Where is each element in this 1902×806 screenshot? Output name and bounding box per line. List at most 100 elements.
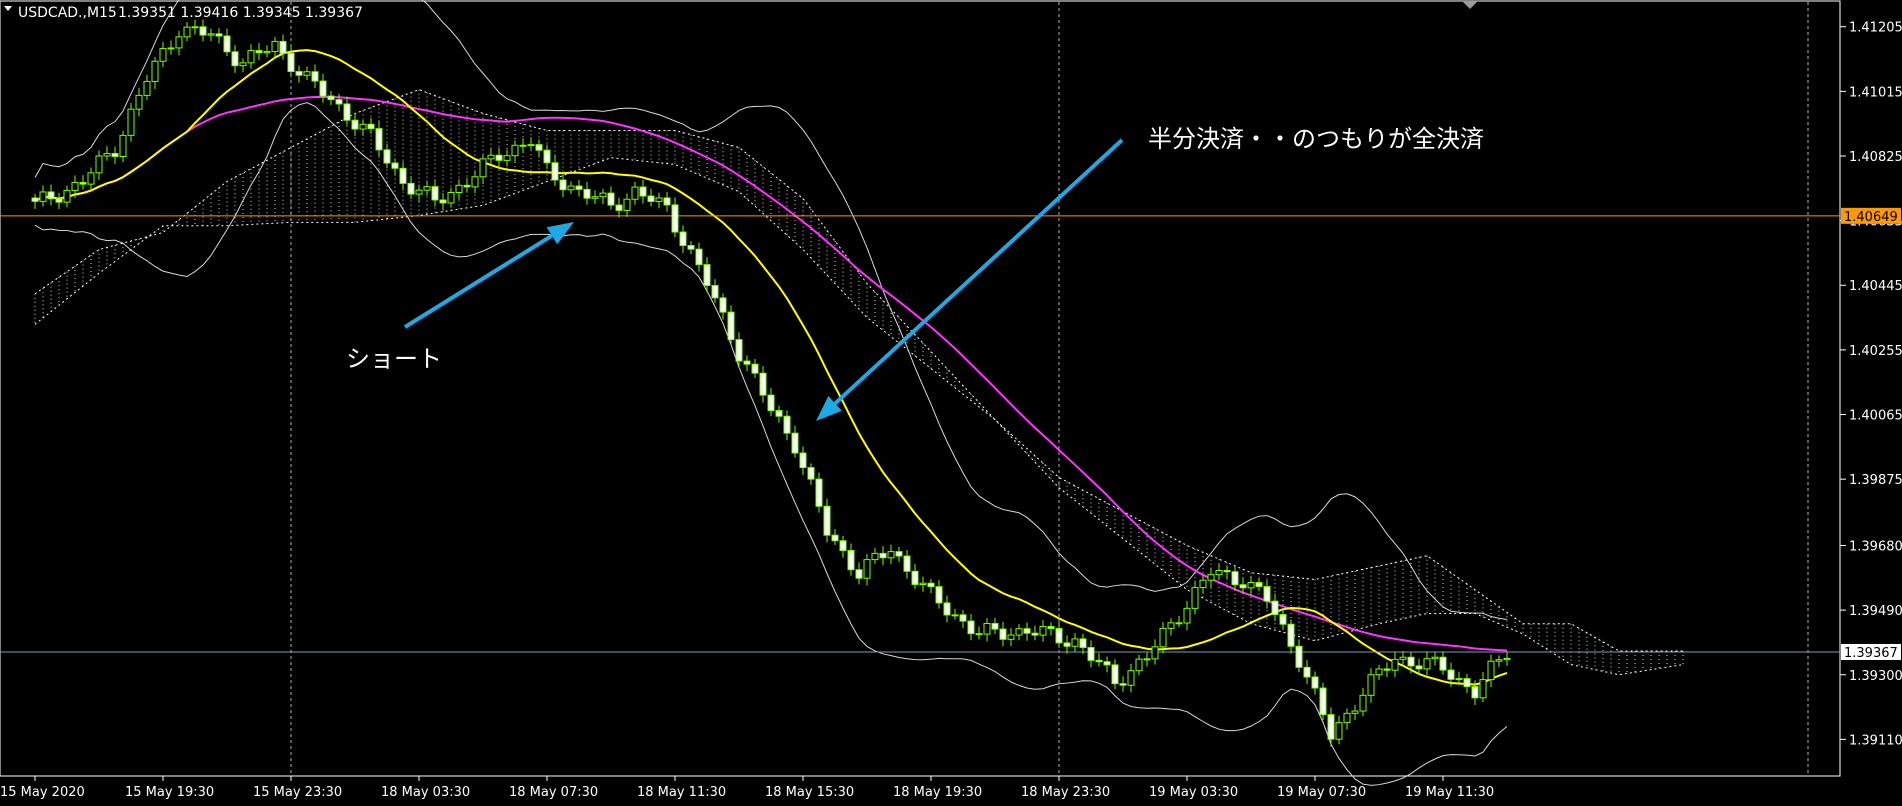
candle (1015, 624, 1023, 641)
candle-body-down (727, 311, 735, 341)
candle-body-down (1263, 586, 1271, 602)
y-tick-label: 1.39300 (1849, 669, 1902, 684)
candle-body-down (975, 633, 983, 636)
candle (279, 34, 287, 60)
annotation-short: ショート (346, 345, 442, 373)
candle-body-down (615, 204, 623, 211)
candle-body-up (191, 26, 199, 29)
candle-body-down (679, 231, 687, 247)
candle (319, 73, 327, 103)
candle (543, 144, 551, 169)
candle (191, 19, 199, 35)
candle-body-up (1199, 579, 1207, 589)
candle-body-down (743, 360, 751, 365)
candle-body-down (663, 197, 671, 206)
candle-body-down (639, 186, 647, 197)
candle-body-down (375, 128, 383, 151)
candle (1055, 621, 1063, 648)
candle-body-up (239, 62, 247, 67)
candle-body-down (407, 182, 415, 195)
orange-level-price-tag-text: 1.40649 (1844, 210, 1898, 225)
triangle-down-icon[interactable] (4, 6, 12, 11)
candle (1255, 578, 1263, 591)
candle (1071, 633, 1079, 652)
price-chart[interactable]: 1.412051.410151.408251.406351.404451.402… (0, 0, 1902, 806)
candle-body-up (1487, 660, 1495, 681)
candle-body-down (807, 467, 815, 480)
candle-body-down (1239, 584, 1247, 589)
candle (207, 28, 215, 42)
candle-body-down (711, 285, 719, 299)
candle-body-up (887, 551, 895, 559)
candle (447, 187, 455, 208)
candle (1063, 635, 1071, 654)
candle-body-up (1503, 657, 1511, 661)
y-tick-label: 1.41015 (1849, 85, 1902, 100)
candle-body-down (343, 103, 351, 121)
candle (199, 19, 207, 42)
candle (295, 65, 303, 83)
bollinger-upper-line (34, 0, 1508, 621)
candle-body-down (1447, 669, 1455, 680)
candle (39, 185, 47, 207)
current-price-tag-text: 1.39367 (1844, 646, 1898, 661)
candle-body-up (1479, 679, 1487, 699)
candle (263, 45, 271, 58)
candle (655, 192, 663, 209)
candle-body-down (335, 99, 343, 105)
candle (1151, 639, 1159, 665)
candle (1495, 655, 1503, 668)
candle-body-down (1415, 665, 1423, 670)
candle (919, 576, 927, 592)
candle-body-down (551, 162, 559, 181)
candle (975, 626, 983, 640)
y-tick-label: 1.39875 (1849, 473, 1902, 488)
candle (1007, 628, 1015, 647)
candle-body-down (495, 154, 503, 161)
candle-body-down (575, 185, 583, 190)
candle-body-down (775, 410, 783, 417)
candle-body-down (879, 552, 887, 559)
candle (1479, 672, 1487, 703)
orange-level-price-tag: 1.40649 (1841, 207, 1901, 225)
candle (1383, 662, 1391, 677)
chart-shift-marker-icon[interactable] (1462, 1, 1478, 9)
candle (823, 498, 831, 543)
candle-body-up (623, 198, 631, 211)
candle-body-down (311, 71, 319, 82)
candle (247, 44, 255, 69)
sma-long-line (34, 96, 1508, 652)
candle-body-down (943, 602, 951, 616)
candle (639, 179, 647, 204)
candle (647, 188, 655, 207)
arrow-to-short-entry (403, 222, 574, 329)
candle (79, 175, 87, 190)
candle (487, 148, 495, 164)
candle-body-up (1431, 656, 1439, 660)
x-tick-label: 15 May 19:30 (125, 785, 214, 800)
candle (55, 192, 63, 210)
candle (1103, 656, 1111, 673)
candle (31, 193, 39, 209)
candle-body-down (767, 394, 775, 412)
candle-body-down (759, 372, 767, 396)
candle-body-up (503, 155, 511, 161)
candle (991, 617, 999, 634)
candle-body-down (199, 26, 207, 36)
candle-body-up (951, 614, 959, 617)
candle (1231, 565, 1239, 591)
candle-body-down (559, 179, 567, 191)
candle (791, 425, 799, 458)
candle-body-up (919, 582, 927, 585)
candle (63, 185, 71, 208)
candle-body-down (327, 95, 335, 101)
x-tick-label: 15 May 23:30 (253, 785, 342, 800)
candle-body-up (1335, 722, 1343, 740)
candle (551, 155, 559, 186)
candle-body-down (1175, 622, 1183, 625)
candle-body-up (271, 40, 279, 53)
candle (1423, 651, 1431, 676)
candle-body-down (111, 152, 119, 157)
candle-body-up (1367, 674, 1375, 696)
candle (95, 150, 103, 180)
